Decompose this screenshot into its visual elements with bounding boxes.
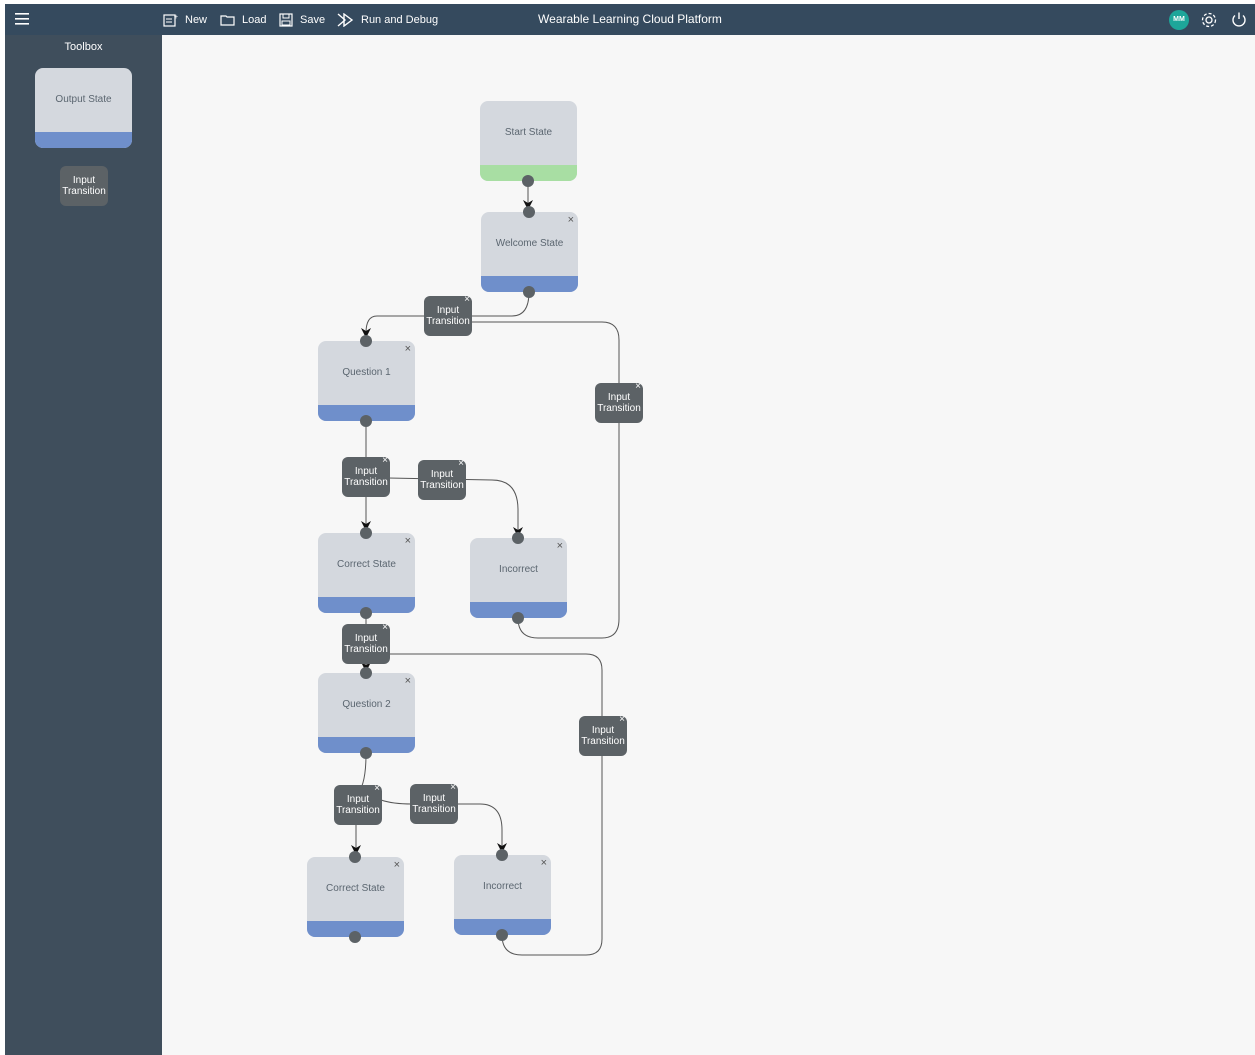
power-logout-icon[interactable] bbox=[1229, 10, 1249, 30]
state-node-welcome[interactable]: Welcome State × bbox=[481, 206, 578, 298]
close-icon[interactable]: × bbox=[557, 540, 563, 552]
close-icon[interactable]: × bbox=[541, 857, 547, 869]
state-label: Question 1 bbox=[342, 367, 391, 378]
input-port[interactable] bbox=[360, 335, 372, 347]
hamburger-menu-icon[interactable] bbox=[14, 11, 30, 27]
new-button[interactable]: + New bbox=[163, 4, 207, 35]
output-port[interactable] bbox=[360, 747, 372, 759]
folder-open-icon bbox=[220, 14, 235, 26]
top-bar: + New Load Save Run and Debug Wearable L… bbox=[5, 4, 1255, 35]
toolbox-output-state-label: Output State bbox=[55, 94, 112, 105]
transition-q1-correct[interactable]: Input Transition × bbox=[342, 455, 390, 497]
input-port[interactable] bbox=[512, 532, 524, 544]
user-avatar[interactable]: MM bbox=[1169, 10, 1189, 30]
close-icon[interactable]: × bbox=[405, 343, 411, 355]
close-icon[interactable]: × bbox=[568, 214, 574, 226]
save-button-label: Save bbox=[300, 13, 326, 26]
close-icon[interactable]: × bbox=[382, 455, 388, 467]
transition-q1-incorrect[interactable]: Input Transition × bbox=[418, 458, 466, 500]
transition-label: Input Transition bbox=[426, 304, 470, 328]
state-node-incorrect-1[interactable]: Incorrect × bbox=[470, 532, 567, 624]
state-label: Start State bbox=[504, 127, 553, 138]
new-button-label: New bbox=[185, 13, 208, 26]
state-node-start[interactable]: Start State bbox=[480, 101, 577, 187]
state-node-correct-2[interactable]: Correct State × bbox=[307, 851, 404, 943]
input-port[interactable] bbox=[360, 667, 372, 679]
close-icon[interactable]: × bbox=[382, 622, 388, 634]
toolbox-title: Toolbox bbox=[64, 41, 103, 53]
close-icon[interactable]: × bbox=[464, 294, 470, 306]
state-node-correct-1[interactable]: Correct State × bbox=[318, 527, 415, 619]
state-node-question-2[interactable]: Question 2 × bbox=[318, 667, 415, 759]
transition-label: Input Transition bbox=[597, 391, 641, 415]
run-debug-button[interactable]: Run and Debug bbox=[337, 4, 438, 35]
load-button[interactable]: Load bbox=[220, 4, 266, 35]
transition-correct-q2[interactable]: Input Transition × bbox=[342, 622, 390, 664]
input-port[interactable] bbox=[360, 527, 372, 539]
transition-correct-incorrect[interactable]: Input Transition × bbox=[579, 714, 627, 756]
transition-label: Input Transition bbox=[412, 792, 456, 816]
output-port[interactable] bbox=[360, 415, 372, 427]
input-port[interactable] bbox=[349, 851, 361, 863]
close-icon[interactable]: × bbox=[405, 675, 411, 687]
toolbox-output-state-bar bbox=[35, 132, 132, 148]
transition-q2-correct[interactable]: Input Transition × bbox=[334, 783, 382, 825]
close-icon[interactable]: × bbox=[635, 381, 641, 393]
close-icon[interactable]: × bbox=[619, 714, 625, 726]
toolbox-input-transition-label: Input Transition bbox=[62, 174, 106, 198]
state-label: Welcome State bbox=[495, 238, 564, 249]
transition-label: Input Transition bbox=[581, 724, 625, 748]
transition-label: Input Transition bbox=[344, 465, 388, 489]
input-port[interactable] bbox=[523, 206, 535, 218]
state-label: Incorrect bbox=[483, 881, 522, 892]
state-machine-canvas[interactable]: Start State Welcome State × Question 1 ×… bbox=[162, 35, 1255, 1055]
close-icon[interactable]: × bbox=[405, 535, 411, 547]
new-file-icon: + bbox=[163, 14, 178, 27]
transition-label: Input Transition bbox=[336, 793, 380, 817]
save-button[interactable]: Save bbox=[279, 4, 325, 35]
transition-welcome-incorrect[interactable]: Input Transition × bbox=[595, 381, 643, 423]
close-icon[interactable]: × bbox=[450, 782, 456, 794]
transition-label: Input Transition bbox=[344, 632, 388, 656]
close-icon[interactable]: × bbox=[394, 859, 400, 871]
state-node-question-1[interactable]: Question 1 × bbox=[318, 335, 415, 427]
run-debug-button-label: Run and Debug bbox=[361, 13, 439, 26]
save-disk-icon bbox=[279, 12, 293, 27]
transition-welcome-q1[interactable]: Input Transition × bbox=[424, 294, 472, 336]
settings-gear-icon[interactable] bbox=[1199, 10, 1219, 30]
output-port[interactable] bbox=[522, 175, 534, 187]
toolbox-input-transition[interactable]: Input Transition bbox=[60, 166, 108, 206]
output-port[interactable] bbox=[360, 607, 372, 619]
state-label: Incorrect bbox=[499, 564, 538, 575]
output-port[interactable] bbox=[523, 286, 535, 298]
state-node-incorrect-2[interactable]: Incorrect × bbox=[454, 849, 551, 941]
transition-label: Input Transition bbox=[420, 468, 464, 492]
transition-q2-incorrect[interactable]: Input Transition × bbox=[410, 782, 458, 824]
svg-text:+: + bbox=[174, 14, 178, 21]
output-port[interactable] bbox=[496, 929, 508, 941]
state-label: Correct State bbox=[326, 883, 385, 894]
state-label: Correct State bbox=[337, 559, 396, 570]
close-icon[interactable]: × bbox=[374, 783, 380, 795]
load-button-label: Load bbox=[242, 13, 267, 26]
toolbox-output-state[interactable]: Output State bbox=[35, 68, 132, 148]
toolbox-sidebar: Toolbox Output State Input Transition bbox=[5, 35, 162, 1055]
run-play-icon bbox=[337, 12, 354, 27]
output-port[interactable] bbox=[349, 931, 361, 943]
close-icon[interactable]: × bbox=[458, 458, 464, 470]
state-label: Question 2 bbox=[342, 699, 391, 710]
input-port[interactable] bbox=[496, 849, 508, 861]
output-port[interactable] bbox=[512, 612, 524, 624]
